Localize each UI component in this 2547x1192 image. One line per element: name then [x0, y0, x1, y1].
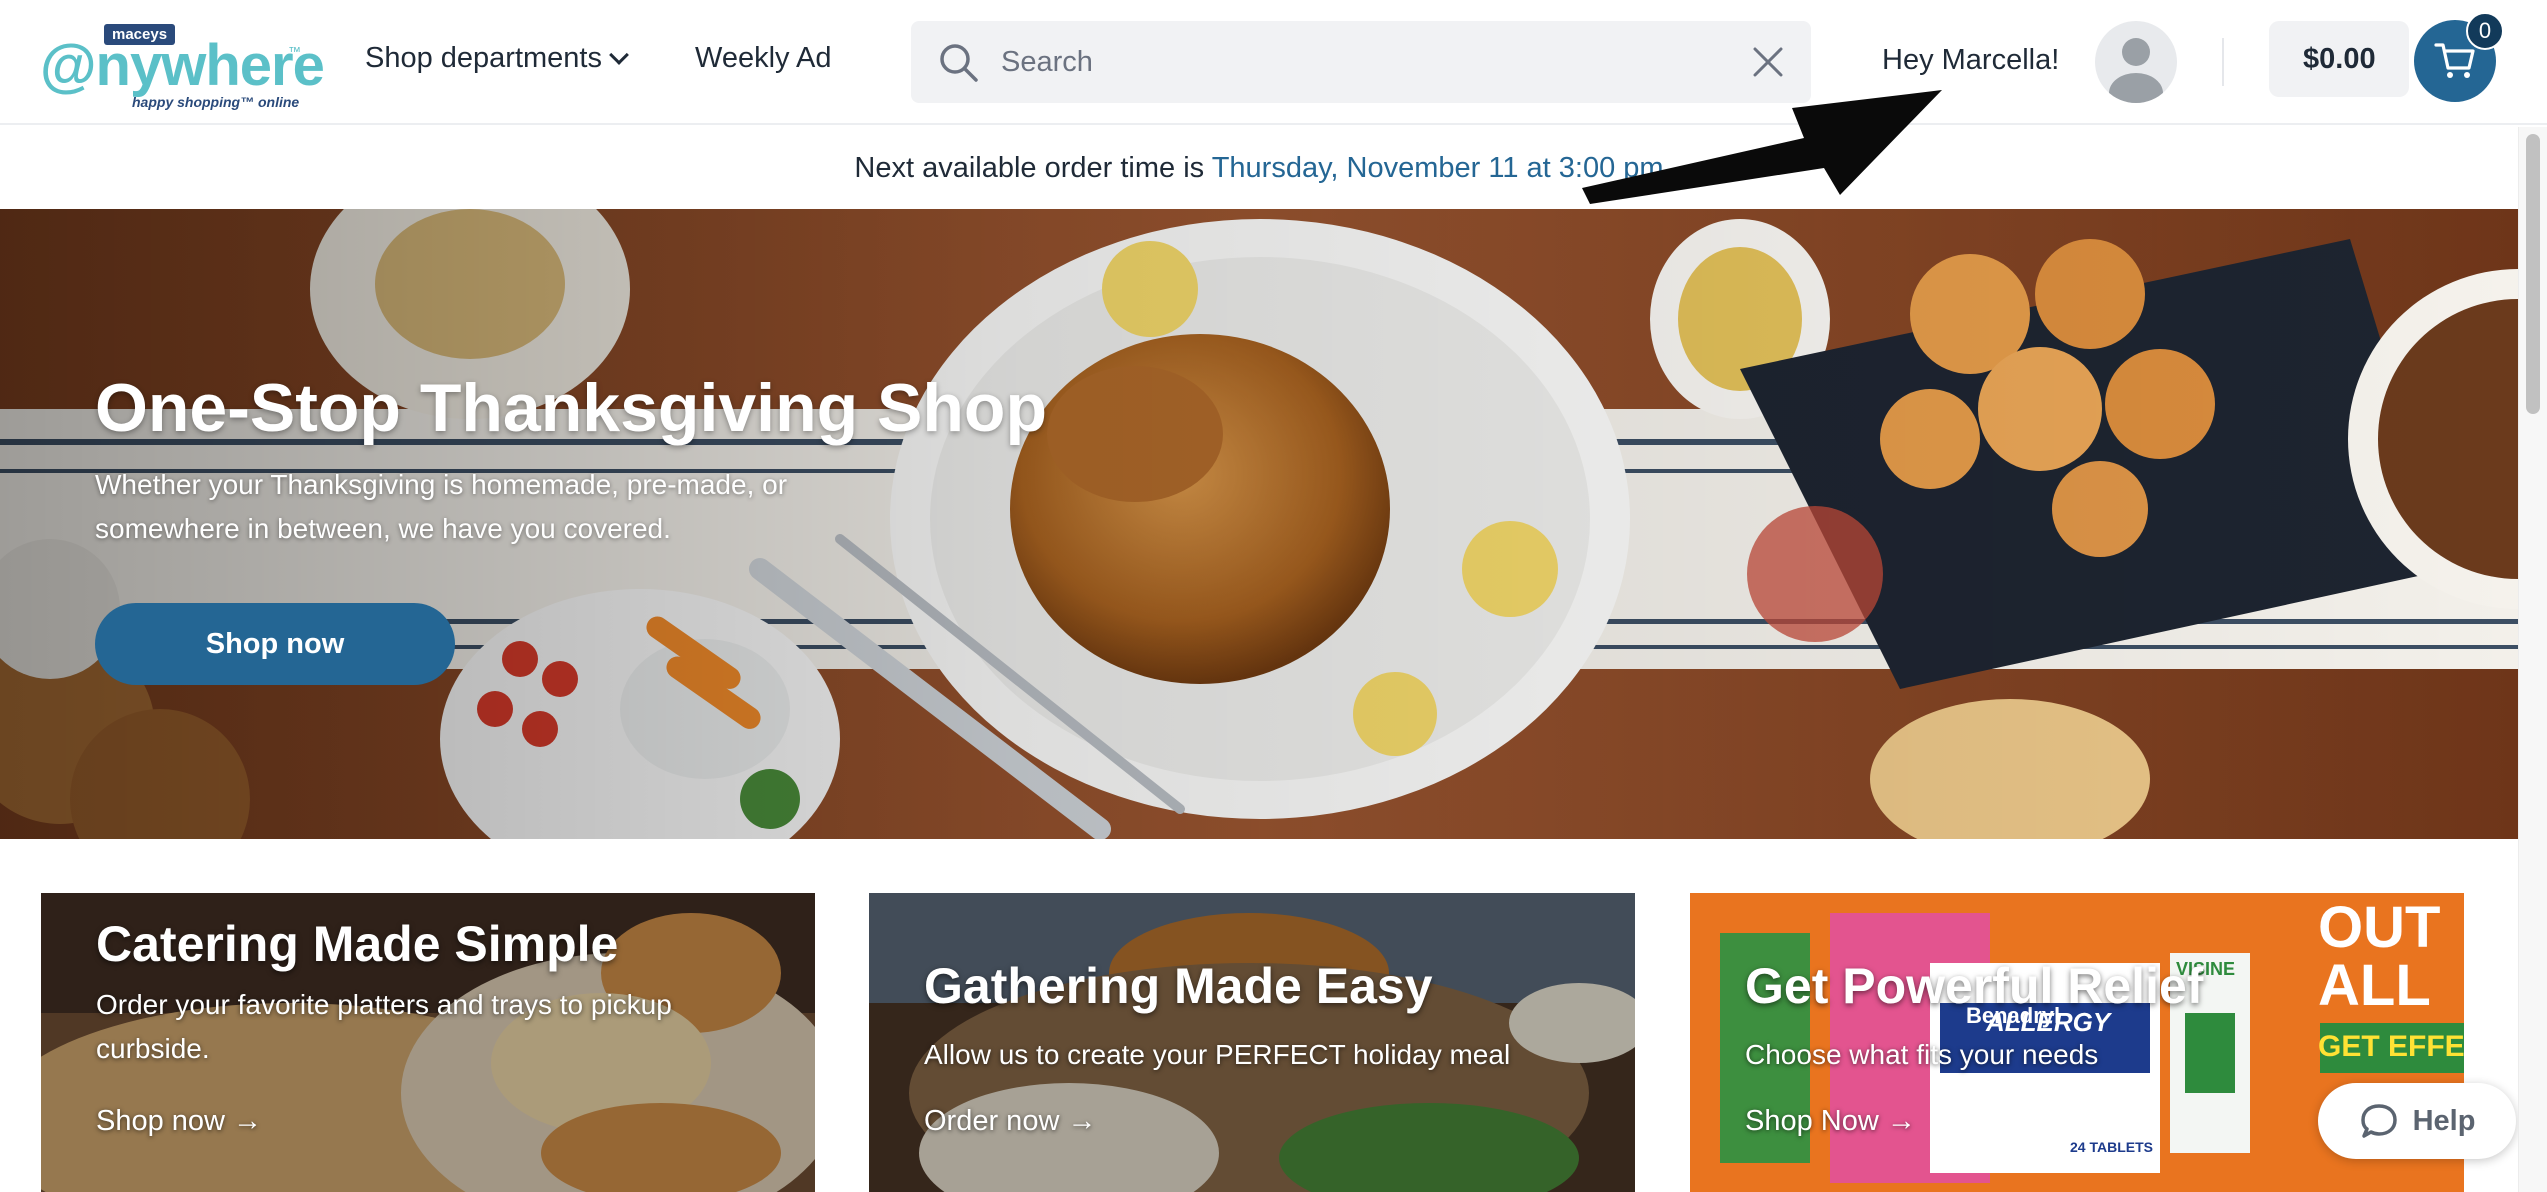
catering-card-subtitle: Order your favorite platters and trays t…: [96, 989, 672, 1064]
logo-trademark: ™: [288, 44, 301, 59]
logo-wordmark: @nywhere: [40, 33, 325, 98]
gathering-order-now-link[interactable]: Order now →: [924, 1105, 1096, 1138]
next-order-time-notice: Next available order time is Thursday, N…: [0, 127, 2518, 209]
cart-count-badge: 0: [2466, 12, 2504, 50]
promo-out-text: OUT: [2318, 895, 2441, 960]
chat-bubble-icon: [2360, 1104, 2397, 1138]
annotation-arrow-icon: [1582, 90, 1942, 204]
top-header: maceys @nywhere ™ happy shopping™ online…: [0, 0, 2547, 125]
gathering-card-subtitle: Allow us to create your PERFECT holiday …: [924, 1039, 1511, 1070]
gathering-promo-card[interactable]: Gathering Made Easy Allow us to create y…: [869, 893, 1635, 1192]
gathering-card-title: Gathering Made Easy: [924, 958, 1433, 1014]
shopping-cart-icon: [2434, 43, 2475, 78]
user-avatar-icon: [2109, 38, 2163, 103]
notice-prefix: Next available order time is: [854, 152, 1212, 184]
promo-all-text: ALL: [2318, 953, 2431, 1018]
logo-tagline: happy shopping™ online: [132, 94, 300, 110]
page-scrollbar-thumb[interactable]: [2526, 134, 2540, 414]
user-greeting[interactable]: Hey Marcella!: [1882, 44, 2059, 77]
catering-shop-now-link[interactable]: Shop now →: [96, 1105, 262, 1138]
help-label: Help: [2412, 1104, 2476, 1137]
clear-search-icon[interactable]: [1749, 43, 1787, 81]
chevron-down-icon: [609, 44, 629, 65]
relief-card-subtitle: Choose what fits your needs: [1745, 1039, 2099, 1070]
maceys-anywhere-logo[interactable]: maceys @nywhere ™ happy shopping™ online: [40, 24, 325, 110]
help-button[interactable]: Help: [2318, 1083, 2516, 1159]
hero-subtitle: Whether your Thanksgiving is homemade, p…: [95, 469, 788, 544]
search-icon: [940, 44, 978, 82]
catering-promo-card[interactable]: Catering Made Simple Order your favorite…: [41, 893, 815, 1192]
header-divider: [2222, 38, 2224, 86]
hero-shop-now-button[interactable]: Shop now: [95, 603, 455, 685]
tablets-count-text: 24 TABLETS: [2070, 1139, 2153, 1155]
weekly-ad-link[interactable]: Weekly Ad: [695, 42, 831, 75]
hero-banner: One-Stop Thanksgiving Shop Whether your …: [0, 209, 2518, 839]
shop-departments-label: Shop departments: [365, 42, 602, 74]
catering-card-title: Catering Made Simple: [96, 916, 619, 972]
cart-total[interactable]: $0.00: [2269, 21, 2409, 97]
shop-departments-menu[interactable]: Shop departments: [365, 42, 629, 75]
weekly-ad-label: Weekly Ad: [695, 42, 832, 74]
hero-title: One-Stop Thanksgiving Shop: [95, 370, 1047, 446]
relief-shop-now-link[interactable]: Shop Now →: [1745, 1105, 1916, 1138]
relief-card-title: Get Powerful Relief: [1745, 958, 2204, 1014]
user-avatar[interactable]: [2095, 21, 2177, 103]
